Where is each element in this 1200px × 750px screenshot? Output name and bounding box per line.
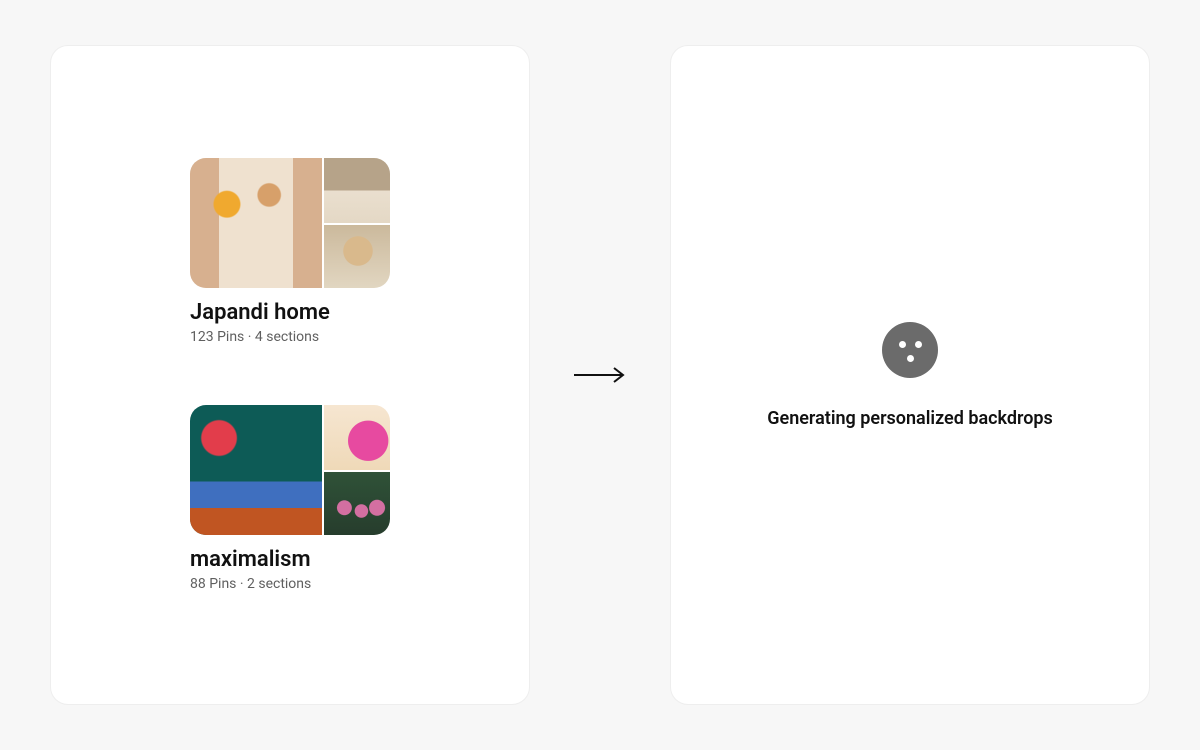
board-image-tertiary <box>324 225 390 288</box>
board-thumbnail <box>190 158 390 288</box>
board-title: maximalism <box>190 547 390 572</box>
generation-panel: Generating personalized backdrops <box>670 45 1150 705</box>
board-image-main <box>190 405 322 535</box>
board-image-secondary <box>324 405 390 470</box>
board-japandi-home[interactable]: Japandi home 123 Pins · 4 sections <box>190 158 390 345</box>
board-image-secondary <box>324 158 390 223</box>
generation-status-text: Generating personalized backdrops <box>767 408 1053 429</box>
arrow-right-icon <box>570 365 630 385</box>
source-boards-panel: Japandi home 123 Pins · 4 sections maxim… <box>50 45 530 705</box>
board-list: Japandi home 123 Pins · 4 sections maxim… <box>190 158 390 592</box>
board-title: Japandi home <box>190 300 390 325</box>
board-meta: 88 Pins · 2 sections <box>190 576 390 592</box>
board-meta: 123 Pins · 4 sections <box>190 329 390 345</box>
generation-status: Generating personalized backdrops <box>767 322 1053 429</box>
loading-spinner-icon <box>882 322 938 378</box>
board-image-main <box>190 158 322 288</box>
board-maximalism[interactable]: maximalism 88 Pins · 2 sections <box>190 405 390 592</box>
board-thumbnail <box>190 405 390 535</box>
board-image-tertiary <box>324 472 390 535</box>
